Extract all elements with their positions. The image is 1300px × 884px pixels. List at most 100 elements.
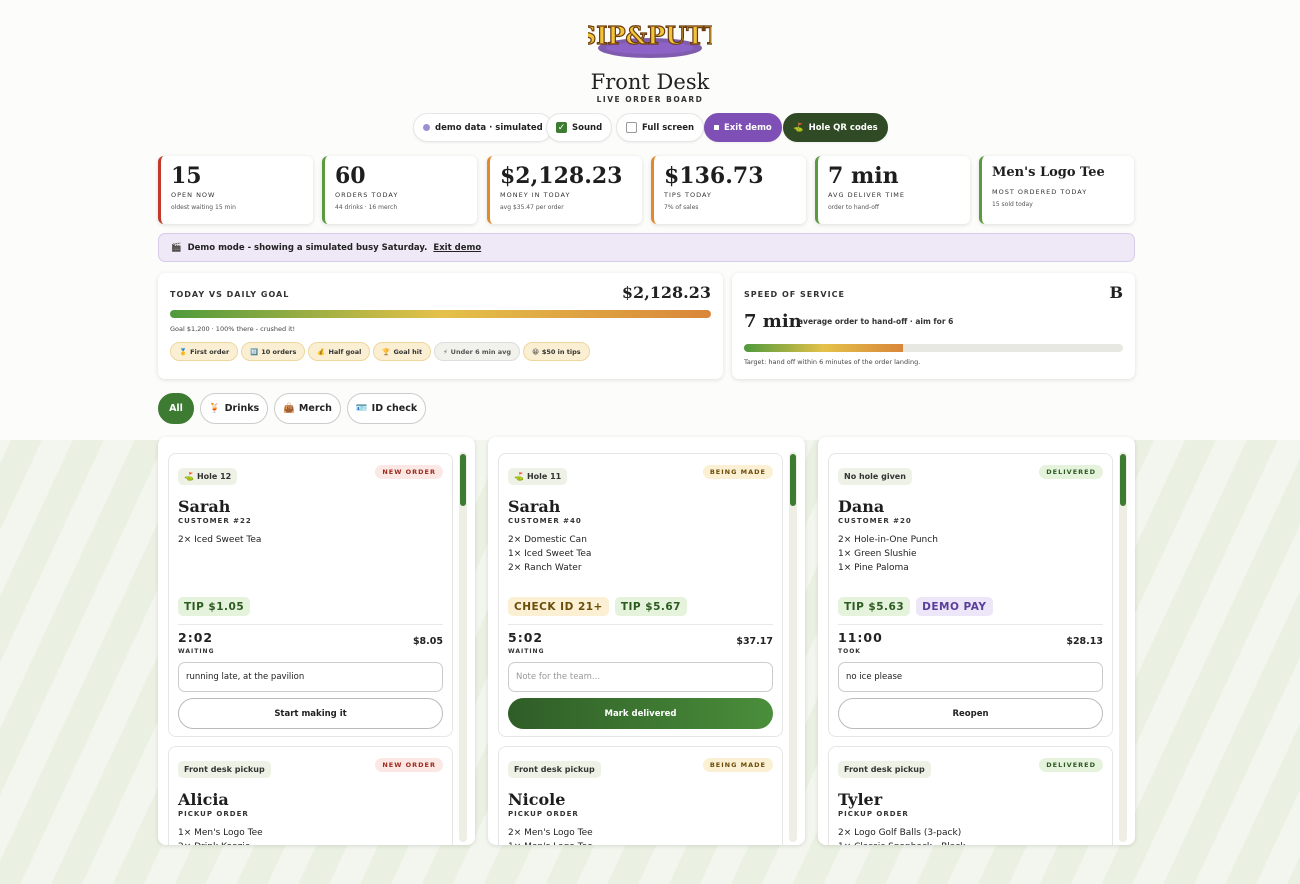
location-tag: ⛳ Hole 12: [178, 468, 238, 485]
customer-id: CUSTOMER #40: [508, 517, 582, 525]
order-card: Front desk pickup BEING MADE Nicole PICK…: [498, 746, 783, 845]
timer-label: TOOK: [838, 648, 861, 655]
stat-sub: oldest waiting 15 min: [171, 204, 236, 211]
filter-icon: 👜: [283, 403, 295, 414]
status-badge: NEW ORDER: [375, 758, 443, 772]
filter-tab-all[interactable]: All: [158, 393, 194, 424]
sip-and-putt-logo: SIP&PUTT: [588, 20, 712, 58]
status-badge: BEING MADE: [702, 465, 773, 479]
order-card: Front desk pickup DELIVERED Tyler PICKUP…: [828, 746, 1113, 845]
clapper-icon: 🎬: [171, 242, 182, 253]
sound-toggle[interactable]: ✓ Sound: [546, 113, 613, 142]
location-tag: Front desk pickup: [178, 761, 271, 778]
stat-sub: avg $35.47 per order: [500, 204, 564, 211]
golf-flag-icon: ⛳: [184, 472, 194, 481]
stat-sub: 44 drinks · 16 merch: [335, 204, 398, 211]
hole-qr-button[interactable]: ⛳ Hole QR codes: [783, 113, 888, 142]
filter-icon: 🍹: [208, 403, 221, 414]
customer-id: CUSTOMER #20: [838, 517, 912, 525]
stop-icon: [714, 125, 719, 130]
stat-sub: 7% of sales: [664, 204, 699, 211]
stat-sub: 15 sold today: [992, 201, 1033, 208]
order-total: $28.13: [1066, 636, 1103, 647]
customer-name: Sarah: [178, 497, 231, 516]
sound-checkbox-icon[interactable]: ✓: [556, 122, 567, 133]
goal-achievements: 🥇 First order 🔟 10 orders 💰 Half goal 🏆 Goal hi…: [170, 342, 593, 361]
filter-tab-merch[interactable]: 👜 Merch: [274, 393, 341, 424]
order-card: No hole given DELIVERED Dana CUSTOMER #2…: [828, 453, 1113, 737]
timer-label: WAITING: [508, 648, 545, 655]
order-items: 2× Hole-in-One Punch 1× Green Slushie 1× P…: [838, 533, 1103, 575]
filter-icon: 🪪: [355, 403, 368, 414]
team-note-input[interactable]: no ice please: [838, 662, 1103, 692]
customer-id: PICKUP ORDER: [508, 810, 579, 818]
location-label: No hole given: [844, 472, 906, 481]
achievement-chip: 💰 Half goal: [308, 342, 371, 361]
column-scrollbar[interactable]: [789, 452, 797, 842]
team-note-input[interactable]: Note for the team...: [508, 662, 773, 692]
order-total: $37.17: [736, 636, 773, 647]
demo-banner-text: Demo mode - showing a simulated busy Sat…: [187, 242, 428, 253]
golf-flag-icon: ⛳: [793, 122, 804, 133]
order-item: 2× Men's Logo Tee: [508, 828, 593, 838]
achievement-icon: ⚡: [443, 347, 448, 356]
exit-demo-button[interactable]: Exit demo: [704, 113, 782, 142]
location-tag: No hole given: [838, 468, 912, 485]
fullscreen-checkbox-icon[interactable]: [626, 122, 637, 133]
filter-label: Merch: [298, 403, 332, 414]
filter-tab-id-check[interactable]: 🪪 ID check: [347, 393, 426, 424]
order-item: 1× Pine Paloma: [838, 563, 909, 573]
demo-data-label: demo data · simulated: [435, 122, 543, 133]
page-title: Front Desk: [590, 70, 710, 94]
order-item: 1× Iced Sweet Tea: [508, 549, 592, 559]
divider: [178, 624, 443, 625]
scrollbar-thumb[interactable]: [1120, 454, 1126, 506]
page-subtitle: LIVE ORDER BOARD: [596, 95, 704, 104]
stat-card: 15 OPEN NOW oldest waiting 15 min: [158, 156, 313, 224]
filter-tab-drinks[interactable]: 🍹 Drinks: [200, 393, 268, 424]
filter-label: Drinks: [224, 403, 260, 414]
achievement-chip: 🏆 Goal hit: [373, 342, 432, 361]
order-action-button[interactable]: Reopen: [838, 698, 1103, 729]
customer-name: Tyler: [838, 790, 883, 809]
hole-qr-label: Hole QR codes: [808, 122, 878, 133]
timer-label: WAITING: [178, 648, 215, 655]
stat-value: 7 min: [828, 163, 899, 189]
order-column: No hole given DELIVERED Dana CUSTOMER #2…: [818, 437, 1135, 845]
achievement-label: 10 orders: [261, 347, 297, 356]
stat-value: Men's Logo Tee: [992, 165, 1105, 180]
order-item: 2× Logo Golf Balls (3-pack): [838, 828, 962, 838]
tip-badge: TIP $5.63: [838, 597, 911, 616]
svg-text:SIP&PUTT: SIP&PUTT: [588, 21, 712, 50]
order-action-button[interactable]: Mark delivered: [508, 698, 773, 729]
customer-id: PICKUP ORDER: [838, 810, 909, 818]
scrollbar-thumb[interactable]: [790, 454, 796, 506]
stat-value: $136.73: [664, 163, 764, 189]
achievement-chip: 😀 $50 in tips: [523, 342, 590, 361]
stat-label: AVG DELIVER TIME: [828, 191, 905, 199]
achievement-label: Half goal: [328, 347, 362, 356]
location-tag: Front desk pickup: [508, 761, 601, 778]
fullscreen-toggle[interactable]: Full screen: [616, 113, 705, 142]
order-item: 2× Ranch Water: [508, 563, 582, 573]
location-tag: Front desk pickup: [838, 761, 931, 778]
order-action-button[interactable]: Start making it: [178, 698, 443, 729]
column-scrollbar[interactable]: [1119, 452, 1127, 842]
column-scrollbar[interactable]: [459, 452, 467, 842]
speed-title: SPEED OF SERVICE: [744, 290, 845, 299]
goal-panel: TODAY VS DAILY GOAL $2,128.23 Goal $1,20…: [158, 273, 723, 379]
team-note-input[interactable]: running late, at the pavilion: [178, 662, 443, 692]
order-item: 1× Men's Logo Tee: [508, 840, 773, 845]
pay-badge: DEMO PAY: [916, 597, 993, 616]
speed-panel: SPEED OF SERVICE B 7 min average order t…: [732, 273, 1135, 379]
goal-progress-fill: [170, 310, 711, 318]
banner-exit-demo-link[interactable]: Exit demo: [433, 243, 481, 253]
goal-text: Goal $1,200 · 100% there - crushed it!: [170, 325, 296, 333]
order-item: 1× Classic Snapback - Black: [838, 840, 1103, 845]
scrollbar-thumb[interactable]: [460, 454, 466, 506]
achievement-label: Under 6 min avg: [450, 347, 512, 356]
order-items: 2× Iced Sweet Tea: [178, 533, 443, 547]
achievement-icon: 💰: [317, 347, 326, 356]
order-pills: TIP $5.63 DEMO PAY: [838, 597, 993, 616]
goal-progress-bar: [170, 310, 711, 318]
